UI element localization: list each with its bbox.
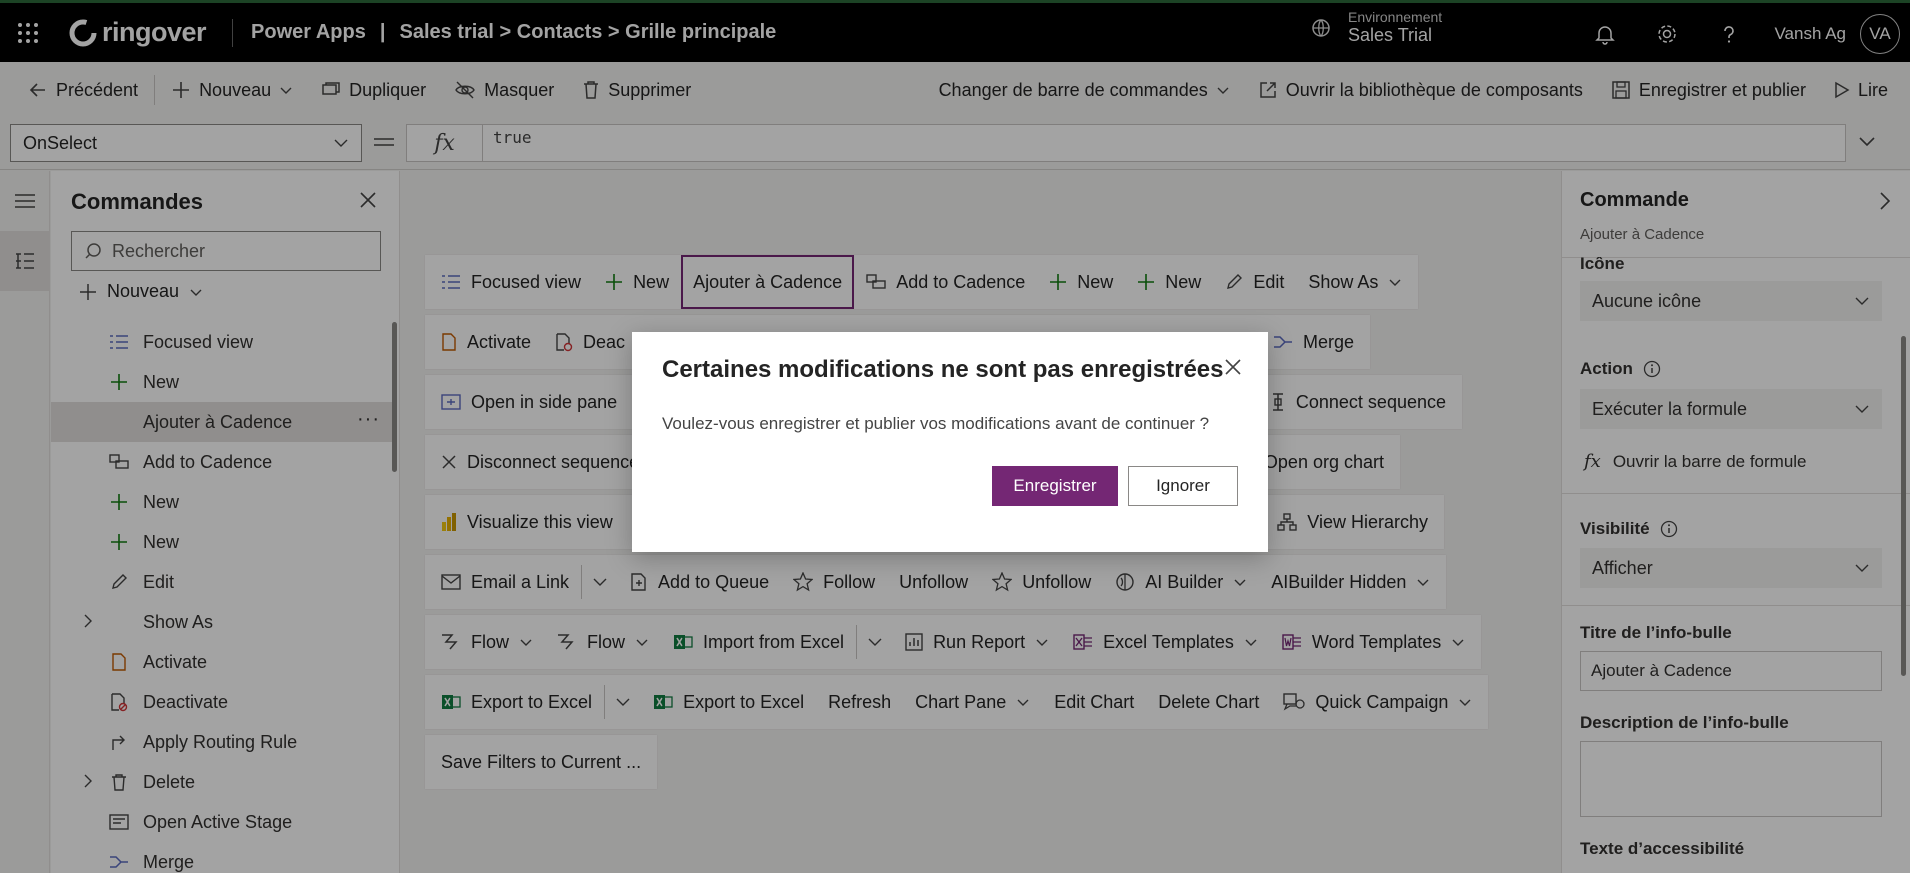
ignore-button[interactable]: Ignorer xyxy=(1128,466,1238,506)
unsaved-changes-dialog: Certaines modifications ne sont pas enre… xyxy=(632,332,1268,552)
dialog-title: Certaines modifications ne sont pas enre… xyxy=(662,356,1224,383)
save-button[interactable]: Enregistrer xyxy=(992,466,1118,506)
dialog-message: Voulez-vous enregistrer et publier vos m… xyxy=(662,414,1210,433)
close-icon[interactable] xyxy=(1224,358,1242,381)
